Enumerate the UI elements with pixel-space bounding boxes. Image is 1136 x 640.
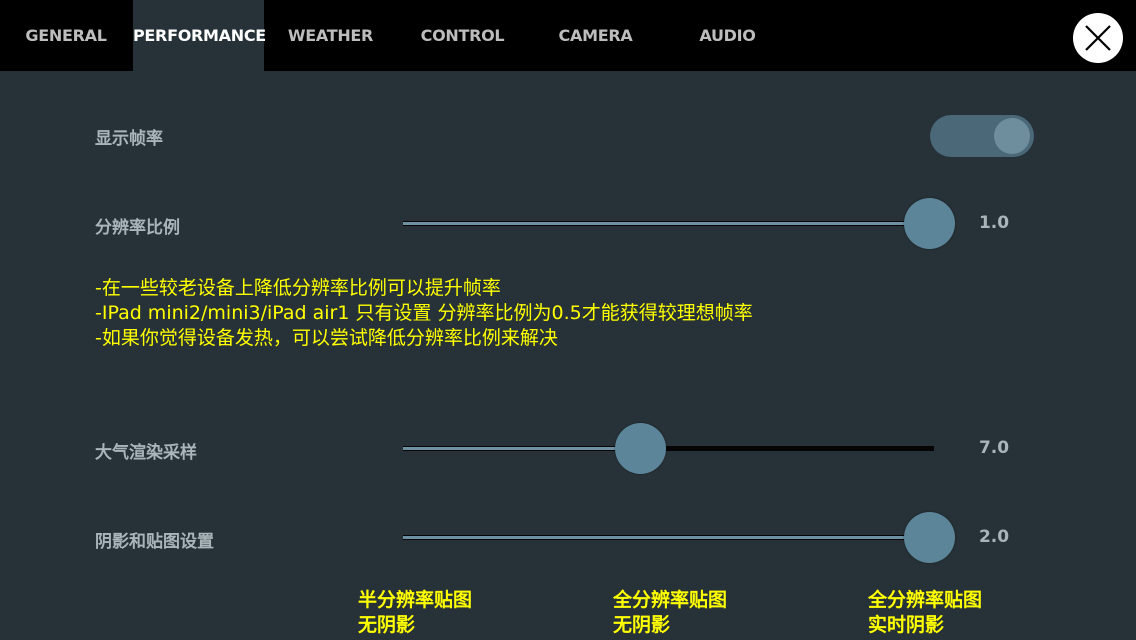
tip-line: -IPad mini2/mini3/iPad air1 只有设置 分辨率比例为0… [95,302,753,324]
atmosphere-sampling-label: 大气渲染采样 [95,443,197,463]
tip-line: -在一些较老设备上降低分辨率比例可以提升帧率 [95,277,501,299]
show-fps-toggle[interactable] [930,115,1034,157]
tab-performance[interactable]: PERFORMANCE [133,0,266,71]
show-fps-label: 显示帧率 [95,129,163,149]
shadow-option-half-res: 半分辨率贴图 无阴影 [358,588,472,638]
performance-tips: -在一些较老设备上降低分辨率比例可以提升帧率 -IPad mini2/mini3… [95,276,753,351]
tab-camera[interactable]: CAMERA [530,0,661,71]
shadow-texture-label: 阴影和贴图设置 [95,532,214,552]
tab-weather[interactable]: WEATHER [265,0,396,71]
shadow-option-line1: 半分辨率贴图 [358,589,473,611]
tip-line: -如果你觉得设备发热，可以尝试降低分辨率比例来解决 [95,327,558,349]
slider-thumb[interactable] [615,423,666,474]
slider-thumb[interactable] [904,198,955,249]
resolution-scale-label: 分辨率比例 [95,218,180,238]
shadow-texture-slider[interactable] [403,512,955,563]
shadow-option-line1: 全分辨率贴图 [868,589,983,611]
slider-fill [403,447,640,450]
shadow-option-full-res: 全分辨率贴图 无阴影 [613,588,727,638]
shadow-texture-value: 2.0 [978,527,1010,547]
resolution-scale-value: 1.0 [978,213,1010,233]
close-icon [1085,25,1111,51]
atmosphere-sampling-value: 7.0 [978,438,1010,458]
shadow-option-line2: 无阴影 [358,614,416,636]
slider-thumb[interactable] [904,512,955,563]
shadow-option-full-res-realtime: 全分辨率贴图 实时阴影 [868,588,982,638]
tab-general[interactable]: GENERAL [0,0,132,71]
tab-control[interactable]: CONTROL [397,0,528,71]
atmosphere-sampling-slider[interactable] [403,423,934,474]
slider-fill [403,222,929,225]
shadow-option-line2: 实时阴影 [868,614,945,636]
top-tab-bar: GENERAL PERFORMANCE WEATHER CONTROL CAME… [0,0,1136,71]
slider-fill [403,536,929,539]
tab-audio[interactable]: AUDIO [662,0,793,71]
resolution-scale-slider[interactable] [403,198,955,249]
close-button[interactable] [1073,13,1123,63]
toggle-knob [994,118,1030,154]
shadow-option-line1: 全分辨率贴图 [613,589,728,611]
shadow-option-line2: 无阴影 [613,614,671,636]
